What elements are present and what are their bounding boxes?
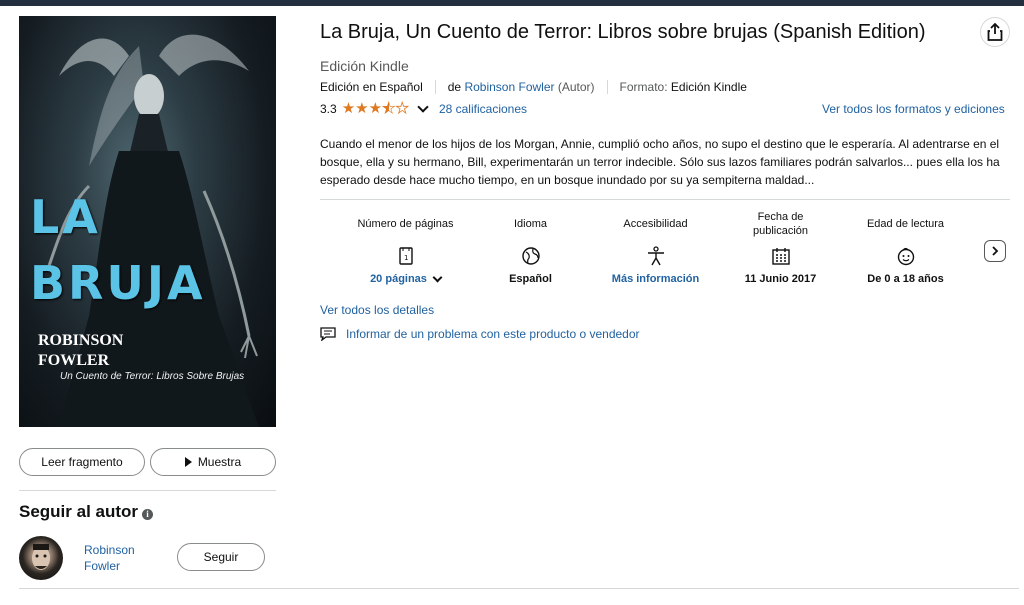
pages-icon: 1 [398, 247, 413, 265]
description-divider [320, 199, 1010, 200]
rating-row: 3.3 ★ ★ ★ ★ ★ 28 calificaciones [320, 100, 527, 117]
attribute-value: De 0 a 18 años [867, 273, 944, 285]
accessibility-more-info-link[interactable]: Más información [612, 273, 699, 285]
see-all-details-link[interactable]: Ver todos los detalles [320, 303, 434, 317]
follow-author-name[interactable]: Robinson Fowler [84, 542, 154, 574]
star-full-icon: ★ [355, 100, 369, 117]
avatar-face-illustration [32, 544, 50, 570]
follow-author-name-line1: Robinson [84, 543, 135, 557]
follow-label: Seguir [203, 550, 239, 564]
book-cover[interactable]: LA BRUJA ROBINSON FOWLER Un Cuento de Te… [19, 16, 276, 427]
follow-author-title: Seguir al autor [19, 502, 139, 521]
cover-title-line1: LA [30, 190, 101, 244]
star-full-icon: ★ [368, 100, 383, 117]
attribute-label: Fecha de publicación [752, 211, 809, 237]
sample-button[interactable]: Muestra [150, 448, 276, 476]
read-sample-button[interactable]: Leer fragmento [19, 448, 145, 476]
top-nav-bar [0, 0, 1024, 6]
rating-value: 3.3 [320, 101, 337, 116]
attribute-publication-date: Fecha de publicación 11 Junio 2017 [718, 208, 843, 285]
format-label: Formato: [619, 80, 668, 94]
pages-dropdown[interactable]: 20 páginas [370, 272, 443, 285]
follow-button[interactable]: Seguir [177, 543, 265, 571]
chevron-down-icon [432, 272, 443, 282]
format-value: Edición Kindle [670, 80, 747, 94]
star-rating[interactable]: ★ ★ ★ ★ ★ [341, 100, 410, 117]
cover-subtitle: Un Cuento de Terror: Libros Sobre Brujas [60, 371, 245, 382]
share-button[interactable] [980, 17, 1010, 47]
attribute-label: Idioma [513, 218, 548, 230]
by-prefix: de [447, 80, 462, 94]
attribute-accessibility: Accesibilidad Más información [593, 208, 718, 285]
carousel-next-button[interactable] [984, 240, 1006, 262]
star-half-icon: ★ [382, 100, 396, 117]
attribute-pages: Número de páginas 1 20 páginas [343, 208, 468, 285]
star-full-icon: ★ [341, 100, 356, 117]
attribute-language: Idioma Español [468, 208, 593, 285]
attribute-reading-age: Edad de lectura De 0 a 18 años [843, 208, 968, 285]
edition-label: Edición Kindle [320, 58, 409, 74]
byline: Edición en Español de Robinson Fowler (A… [320, 80, 747, 94]
attribute-value: 20 páginas [370, 273, 427, 285]
attribute-label: Número de páginas [357, 218, 454, 230]
attribute-label: Edad de lectura [866, 218, 945, 230]
sample-label: Muestra [197, 455, 242, 469]
book-description: Cuando el menor de los hijos de los Morg… [320, 137, 1000, 187]
calendar-icon [771, 248, 790, 265]
chevron-right-icon [992, 246, 999, 256]
attribute-value: Español [509, 273, 552, 285]
cover-title-line2: BRUJA [30, 256, 206, 310]
report-problem-label: Informar de un problema con este product… [346, 327, 640, 341]
play-icon [184, 457, 192, 467]
report-problem-link[interactable]: Informar de un problema con este product… [320, 327, 640, 341]
byline-separator [434, 80, 436, 94]
author-link[interactable]: Robinson Fowler [464, 80, 554, 94]
follow-author-heading: Seguir al autor i [19, 502, 154, 522]
child-face-icon [897, 247, 914, 266]
svg-text:1: 1 [404, 254, 408, 262]
info-icon[interactable]: i [142, 508, 154, 520]
cover-author-line2: FOWLER [38, 352, 110, 369]
read-sample-label: Leer fragmento [41, 455, 123, 469]
bottom-divider [19, 588, 1019, 589]
attributes-carousel: Número de páginas 1 20 páginas Idioma Es… [343, 208, 968, 285]
product-title: La Bruja, Un Cuento de Terror: Libros so… [320, 21, 926, 43]
author-avatar[interactable] [19, 536, 63, 580]
left-divider [19, 490, 276, 491]
share-icon [987, 23, 1003, 41]
attribute-value: 11 Junio 2017 [744, 273, 817, 285]
follow-author-name-line2: Fowler [84, 559, 121, 573]
attribute-label: Accesibilidad [623, 218, 688, 230]
language-edition: Edición en Español [320, 80, 423, 94]
byline-separator [606, 80, 608, 94]
all-formats-link[interactable]: Ver todos los formatos y ediciones [822, 102, 1005, 116]
cover-author-line1: ROBINSON [38, 332, 124, 349]
comment-icon [320, 327, 336, 341]
accessibility-icon [647, 246, 664, 266]
rating-chevron-down-icon[interactable] [417, 100, 429, 113]
author-role: (Autor) [557, 80, 595, 94]
star-empty-icon: ★ [395, 100, 409, 117]
ratings-count-link[interactable]: 28 calificaciones [439, 102, 527, 116]
globe-icon [521, 247, 540, 265]
